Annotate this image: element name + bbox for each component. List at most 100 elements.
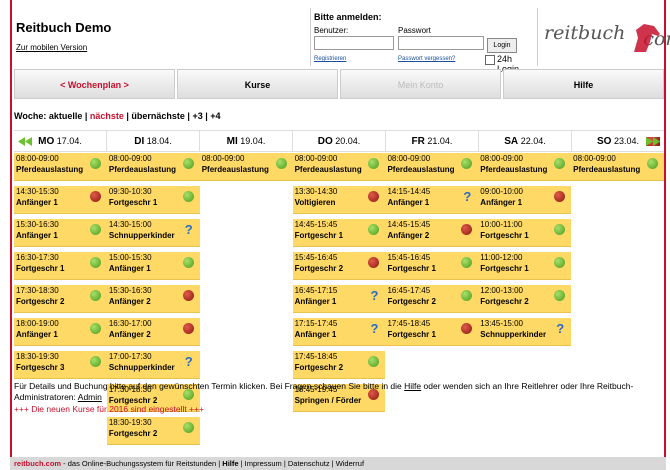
slot-time: 14:30-15:00 [108, 220, 152, 229]
lesson-slot[interactable]: 08:00-09:00 Pferdeauslastung [478, 153, 572, 181]
lesson-slot[interactable]: 14:45-15:45 Anfänger 2 [385, 219, 479, 247]
lesson-slot[interactable]: 17:45-18:45 Fortgeschr 1 [385, 318, 479, 346]
lesson-slot[interactable]: 15:00-15:30 Anfänger 1 [106, 252, 200, 280]
available-status-icon [368, 356, 380, 367]
lesson-slot[interactable]: 16:30-17:00 Anfänger 2 [106, 318, 200, 346]
lesson-slot[interactable]: 08:00-09:00 Pferdeauslastung [199, 153, 293, 181]
lesson-slot[interactable]: 16:30-17:30 Fortgeschr 1 [14, 252, 107, 280]
password-input[interactable] [398, 36, 484, 50]
lesson-slot[interactable]: 12:00-13:00 Fortgeschr 2 [478, 285, 572, 313]
week-rest[interactable]: | übernächste | +3 | +4 [124, 111, 220, 121]
lesson-slot[interactable]: 16:45-17:45 Fortgeschr 2 [385, 285, 479, 313]
slot-time: 13:30-14:30 [294, 187, 338, 196]
lesson-slot[interactable]: 15:45-16:45 Fortgeschr 1 [385, 252, 479, 280]
slot-course: Pferdeauslastung [480, 165, 548, 174]
register-link[interactable]: Registrieren [314, 56, 346, 62]
login-box: Bitte anmelden: Benutzer: Passwort Login… [310, 8, 536, 74]
slot-time: 08:00-09:00 [480, 154, 523, 163]
slot-course: Fortgeschr 2 [294, 363, 344, 372]
slot-time: 15:30-16:30 [16, 220, 59, 229]
lesson-slot[interactable]: 11:00-12:00 Fortgeschr 1 [478, 252, 572, 280]
available-status-icon [554, 158, 566, 169]
available-status-icon [368, 224, 380, 235]
footer-links[interactable]: | Impressum | Datenschutz | Widerruf [239, 459, 364, 468]
slot-time: 14:45-15:45 [294, 220, 338, 229]
help-link[interactable]: Hilfe [404, 381, 421, 391]
lesson-slot[interactable]: 17:45-18:45 Fortgeschr 2 [292, 351, 386, 379]
lesson-slot[interactable]: 14:30-15:30 Anfänger 1 [14, 186, 107, 214]
lesson-slot[interactable]: 14:15-14:45 Anfänger 1? [385, 186, 479, 214]
slot-course: Schnupperkinder [108, 363, 175, 372]
slot-time: 18:30-19:30 [16, 352, 59, 361]
slot-course: Anfänger 1 [108, 264, 151, 273]
slot-time: 08:00-09:00 [387, 154, 431, 163]
question-icon: ? [184, 354, 193, 369]
question-icon: ? [556, 321, 565, 336]
login-button[interactable]: Login [487, 38, 517, 53]
lesson-slot[interactable]: 15:45-16:45 Fortgeschr 2 [292, 252, 386, 280]
available-status-icon [275, 158, 287, 169]
mobile-version-link[interactable]: Zur mobilen Version [16, 43, 87, 52]
available-status-icon [182, 257, 194, 268]
password-label: Passwort [398, 26, 431, 35]
slot-time: 15:45-16:45 [294, 253, 338, 262]
nav-wochenplan[interactable]: < Wochenplan > [14, 69, 175, 99]
remember-checkbox[interactable] [485, 55, 495, 65]
lesson-slot[interactable]: 10:00-11:00 Fortgeschr 1 [478, 219, 572, 247]
slot-time: 15:45-16:45 [387, 253, 431, 262]
slot-time: 17:00-17:30 [108, 352, 152, 361]
slot-course: Fortgeschr 1 [480, 264, 529, 273]
lesson-slot[interactable]: 15:30-16:30 Anfänger 1 [14, 219, 107, 247]
lesson-slot[interactable]: 08:00-09:00 Pferdeauslastung [385, 153, 479, 181]
lesson-slot[interactable]: 09:30-10:30 Fortgeschr 1 [106, 186, 200, 214]
next-week-icon[interactable] [646, 137, 660, 146]
slot-course: Schnupperkinder [108, 231, 175, 240]
week-next-link[interactable]: nächste [90, 111, 124, 121]
forgot-password-link[interactable]: Passwort vergessen? [398, 56, 455, 62]
lesson-slot[interactable]: 08:00-09:00 Pferdeauslastung [106, 153, 200, 181]
admin-link[interactable]: Admin [78, 392, 102, 402]
lesson-slot[interactable]: 08:00-09:00 Pferdeauslastung [14, 153, 107, 181]
lesson-slot[interactable]: 16:45-17:15 Anfänger 1? [292, 285, 386, 313]
nav-hilfe[interactable]: Hilfe [503, 69, 664, 99]
slot-course: Fortgeschr 2 [387, 297, 436, 306]
slot-course: Fortgeschr 3 [16, 363, 65, 372]
info-text: Für Details und Buchung bitte auf den ge… [14, 381, 634, 402]
slot-time: 14:45-15:45 [387, 220, 431, 229]
available-status-icon [182, 422, 194, 433]
lesson-slot[interactable]: 08:00-09:00 Pferdeauslastung [292, 153, 386, 181]
full-status-icon [182, 290, 194, 301]
main-nav: < Wochenplan > Kurse Mein Konto Hilfe [14, 69, 664, 99]
lesson-slot[interactable]: 14:45-15:45 Fortgeschr 1 [292, 219, 386, 247]
lesson-slot[interactable]: 13:30-14:30 Voltigieren [292, 186, 386, 214]
prev-week-icon[interactable] [18, 137, 32, 146]
slot-time: 18:00-19:00 [16, 319, 59, 328]
lesson-slot[interactable]: 18:30-19:30 Fortgeschr 3 [14, 351, 107, 379]
footer-help-link[interactable]: Hilfe [222, 459, 238, 468]
day-header-row: MO 17.04. DI 18.04. MI 19.04. DO 20.04. … [14, 130, 664, 152]
header: Reitbuch Demo Zur mobilen Version Bitte … [14, 0, 670, 74]
lesson-slot[interactable]: 17:00-17:30 Schnupperkinder? [106, 351, 200, 379]
slot-course: Pferdeauslastung [108, 165, 176, 174]
slot-time: 09:30-10:30 [108, 187, 152, 196]
nav-mein-konto: Mein Konto [340, 69, 501, 99]
day-header: MO 17.04. [14, 131, 107, 151]
lesson-slot[interactable]: 09:00-10:00 Anfänger 1 [478, 186, 572, 214]
slot-course: Fortgeschr 1 [480, 231, 529, 240]
full-status-icon [461, 224, 473, 235]
slot-course: Anfänger 2 [108, 330, 151, 339]
slot-time: 08:00-09:00 [201, 154, 245, 163]
lesson-slot[interactable]: 15:30-16:30 Anfänger 2 [106, 285, 200, 313]
lesson-slot[interactable]: 17:30-18:30 Fortgeschr 2 [14, 285, 107, 313]
footer-brand[interactable]: reitbuch.com [14, 459, 61, 468]
nav-kurse[interactable]: Kurse [177, 69, 338, 99]
user-input[interactable] [314, 36, 394, 50]
lesson-slot[interactable]: 18:30-19:30 Fortgeschr 2 [106, 417, 200, 445]
lesson-slot[interactable]: 17:15-17:45 Anfänger 1? [292, 318, 386, 346]
lesson-slot[interactable]: 14:30-15:00 Schnupperkinder? [106, 219, 200, 247]
available-status-icon [89, 290, 101, 301]
lesson-slot[interactable]: 18:00-19:00 Anfänger 1 [14, 318, 107, 346]
slot-time: 09:00-10:00 [480, 187, 523, 196]
lesson-slot[interactable]: 13:45-15:00 Schnupperkinder? [478, 318, 572, 346]
lesson-slot[interactable]: 08:00-09:00 Pferdeauslastung [571, 153, 665, 181]
